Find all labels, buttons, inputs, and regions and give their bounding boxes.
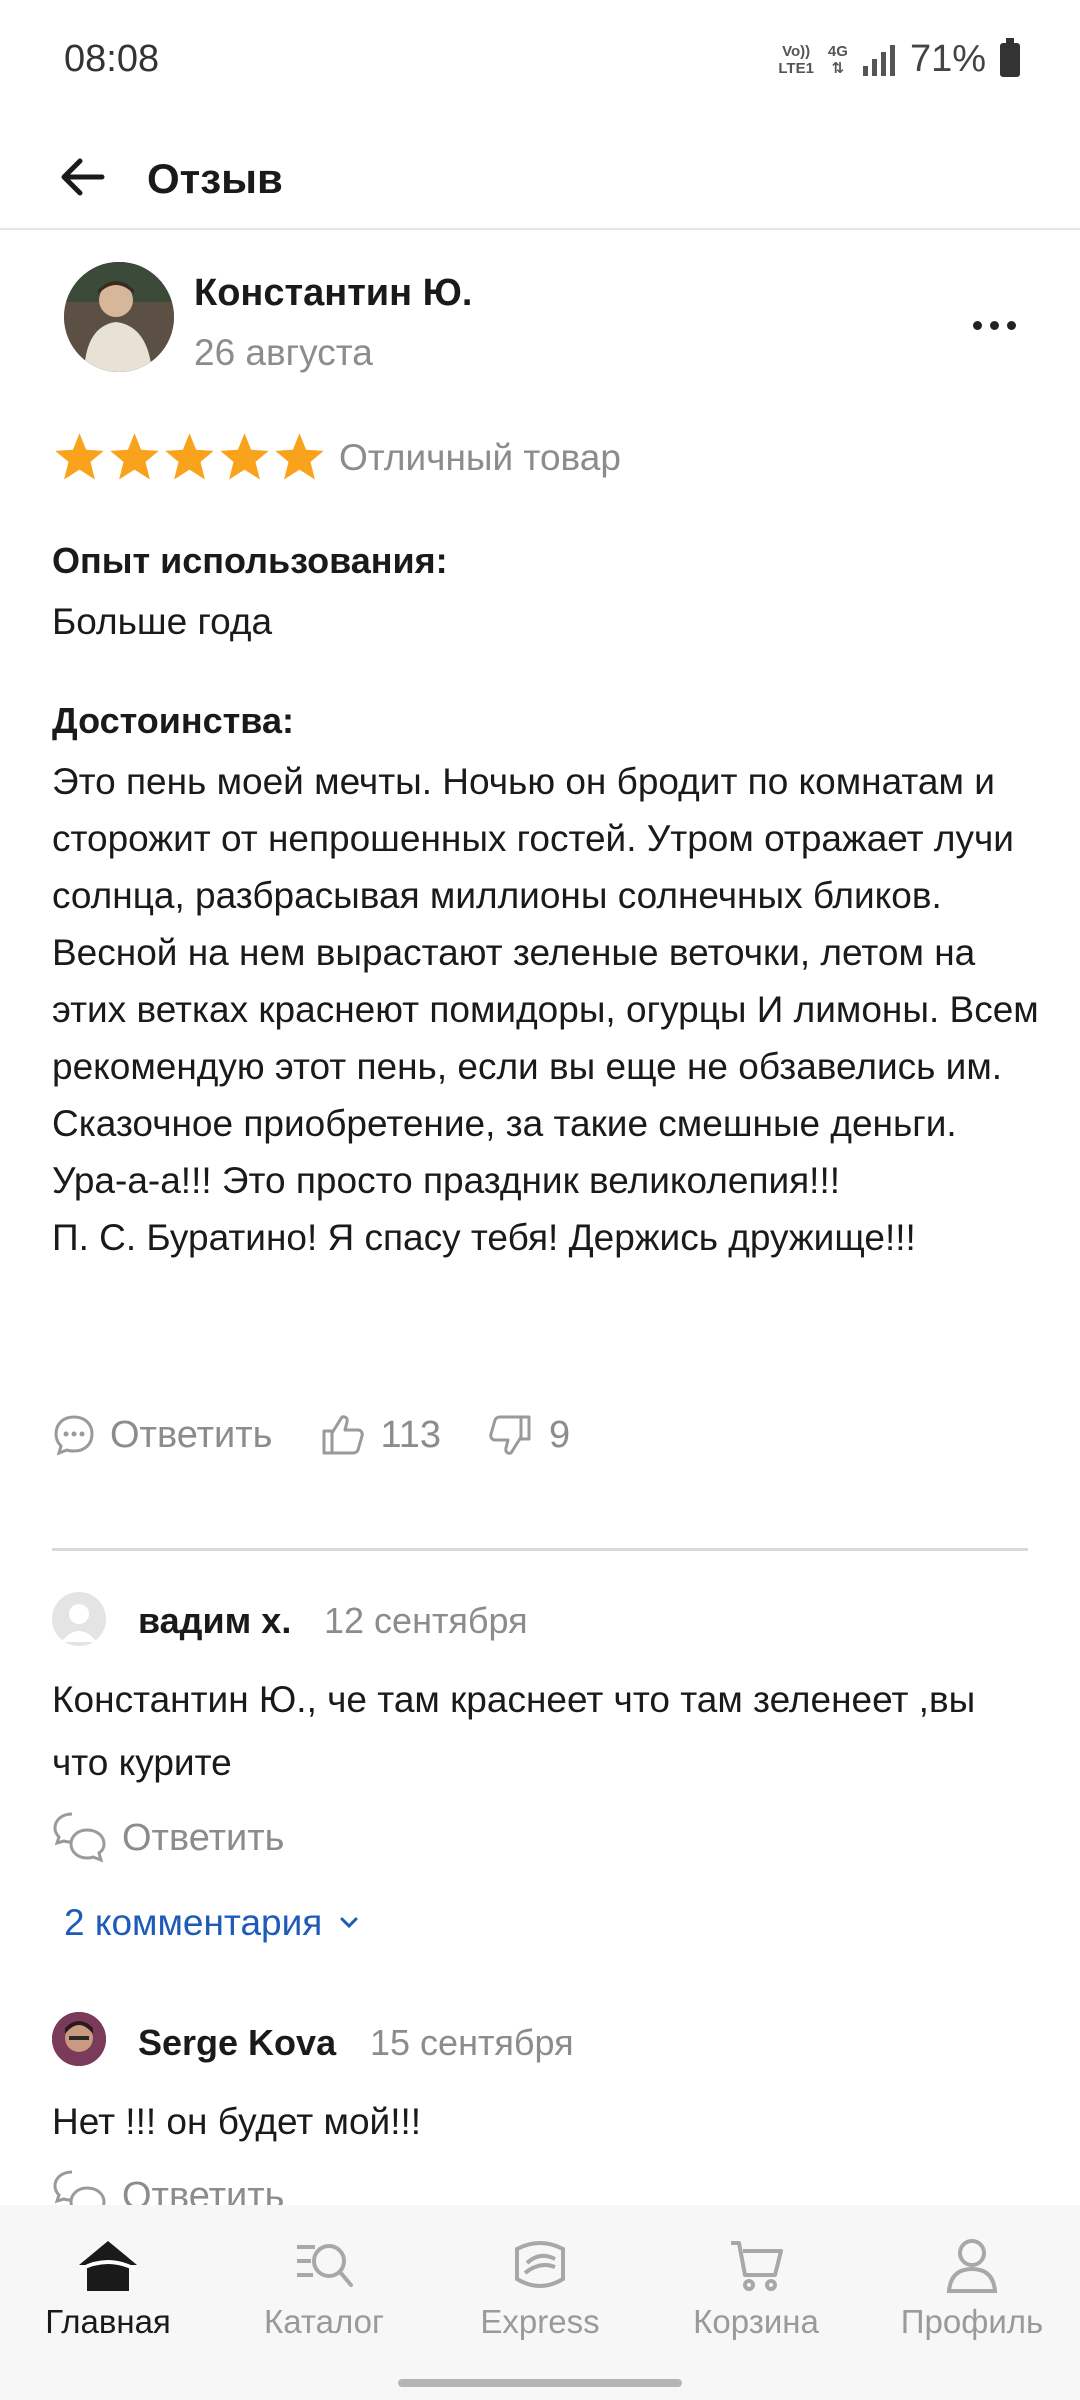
avatar-photo-icon bbox=[52, 2012, 106, 2066]
nav-home[interactable]: Главная bbox=[0, 2205, 216, 2365]
dot-icon bbox=[1006, 320, 1016, 330]
reply-button[interactable]: Ответить bbox=[52, 1413, 272, 1457]
rating-row: Отличный товар bbox=[52, 430, 621, 485]
comment-bubble-icon bbox=[54, 1415, 94, 1456]
gesture-area bbox=[0, 2365, 1080, 2400]
likes-count: 113 bbox=[380, 1413, 442, 1456]
thumbs-down-icon bbox=[489, 1415, 531, 1455]
bottom-navigation: Главная Каталог Express Корзина Профиль bbox=[0, 2205, 1080, 2365]
nav-catalog[interactable]: Каталог bbox=[216, 2205, 432, 2365]
comment-avatar-default[interactable] bbox=[52, 1592, 106, 1646]
catalog-search-icon bbox=[297, 2244, 353, 2287]
cart-icon bbox=[731, 2241, 783, 2291]
star-icon bbox=[55, 433, 104, 480]
dislike-button[interactable]: 9 bbox=[487, 1411, 570, 1459]
comment-date: 15 сентября bbox=[370, 2022, 574, 2063]
page-title: Отзыв bbox=[147, 155, 283, 202]
review-author-name[interactable]: Константин Ю. bbox=[194, 272, 472, 315]
home-icon bbox=[79, 2241, 137, 2291]
thumbs-up-icon bbox=[322, 1415, 365, 1455]
user-placeholder-icon bbox=[61, 1604, 97, 1642]
battery-icon bbox=[1000, 37, 1020, 77]
app-header: Отзыв bbox=[0, 125, 1080, 230]
status-icons: Vo)) LTE1 4G ⇅ 71% bbox=[778, 37, 1020, 81]
star-icon bbox=[165, 433, 214, 480]
review-actions: Ответить 113 9 bbox=[52, 1405, 570, 1465]
status-bar: 08:08 Vo)) LTE1 4G ⇅ 71% bbox=[0, 0, 1080, 125]
nav-profile[interactable]: Профиль bbox=[864, 2205, 1080, 2365]
author-avatar[interactable] bbox=[64, 262, 174, 372]
show-comments-link[interactable]: 2 комментария bbox=[64, 1902, 364, 1944]
experience-value: Больше года bbox=[52, 601, 273, 642]
back-button[interactable] bbox=[52, 147, 112, 207]
pros-label: Достоинства: bbox=[52, 700, 294, 741]
rating-text: Отличный товар bbox=[339, 436, 621, 478]
dislikes-count: 9 bbox=[549, 1413, 571, 1456]
avatar-photo-icon bbox=[64, 262, 174, 372]
pros-text: Это пень моей мечты. Ночью он бродит по … bbox=[52, 761, 1039, 1258]
comment-author[interactable]: Serge Kova bbox=[138, 2022, 336, 2064]
review-date: 26 августа bbox=[194, 332, 373, 373]
comment-reply-button[interactable]: Ответить bbox=[52, 1810, 284, 1866]
nav-cart[interactable]: Корзина bbox=[648, 2205, 864, 2365]
gesture-handle[interactable] bbox=[398, 2379, 682, 2387]
signal-icon bbox=[862, 44, 895, 76]
rating-stars bbox=[52, 430, 327, 485]
star-icon bbox=[110, 433, 159, 480]
comment-author[interactable]: вадим х. bbox=[138, 1600, 291, 1642]
chat-bubbles-icon bbox=[53, 1812, 106, 1863]
comment-text: Константин Ю., че там краснеет что там з… bbox=[52, 1679, 976, 1783]
profile-icon bbox=[946, 2239, 998, 2293]
like-button[interactable]: 113 bbox=[318, 1411, 441, 1459]
experience-label: Опыт использования: bbox=[52, 540, 448, 581]
dot-icon bbox=[972, 320, 982, 330]
comment-avatar-photo[interactable] bbox=[52, 2012, 106, 2066]
dot-icon bbox=[989, 320, 999, 330]
comment-text: Нет !!! он будет мой!!! bbox=[52, 2101, 422, 2142]
more-options-button[interactable] bbox=[964, 310, 1024, 340]
divider bbox=[52, 1548, 1028, 1551]
star-icon bbox=[220, 433, 269, 480]
nav-express[interactable]: Express bbox=[432, 2205, 648, 2365]
volte-indicator: Vo)) LTE1 bbox=[778, 42, 814, 77]
arrow-left-icon bbox=[61, 158, 105, 196]
chevron-down-icon bbox=[340, 1917, 358, 1929]
network-4g-indicator: 4G ⇅ bbox=[827, 42, 848, 77]
status-time: 08:08 bbox=[64, 38, 160, 80]
battery-level: 71% bbox=[909, 38, 986, 80]
comment-date: 12 сентября bbox=[324, 1600, 528, 1641]
star-icon bbox=[275, 433, 324, 480]
express-icon bbox=[515, 2241, 565, 2288]
data-arrows-icon: ⇅ bbox=[831, 59, 845, 77]
